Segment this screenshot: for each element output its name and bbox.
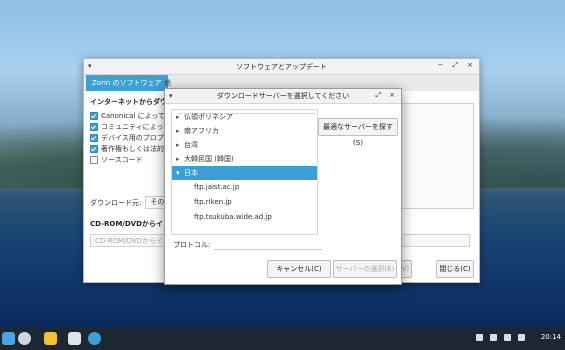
battery-icon[interactable] (518, 334, 525, 341)
checkbox-checked-icon[interactable] (90, 144, 98, 153)
window-titlebar: ▾ ソフトウェアとアップデート − ⤢ × (84, 59, 479, 75)
dialog-close-icon[interactable]: × (389, 91, 395, 100)
files-icon[interactable] (68, 332, 81, 345)
checkbox-checked-icon[interactable] (90, 111, 98, 120)
cancel-button[interactable]: キャンセル(C) (267, 260, 331, 278)
tree-item-south-africa[interactable]: ▸ 南アフリカ (172, 124, 317, 138)
checkbox-checked-icon[interactable] (90, 122, 98, 131)
checkbox-label: ソースコード (101, 155, 143, 164)
download-from-label: ダウンロード元: (90, 198, 142, 207)
tree-item-french-polynesia[interactable]: ▸ 仏領ポリネシア (172, 110, 317, 124)
protocol-field (214, 239, 323, 250)
tree-item-server-jaist[interactable]: ftp.jaist.ac.jp (172, 180, 317, 195)
window-title: ソフトウェアとアップデート (236, 62, 327, 71)
tree-item-server-riken[interactable]: ftp.riken.jp (172, 195, 317, 210)
expand-arrow-icon[interactable]: ▸ (176, 124, 184, 138)
maximize-icon[interactable]: ⤢ (453, 61, 459, 70)
collapse-arrow-icon[interactable]: ▾ (176, 166, 184, 180)
tree-item-label: 日本 (184, 169, 198, 177)
dialog-menu-icon[interactable]: ▾ (169, 92, 173, 100)
checkbox-unchecked-icon[interactable] (90, 155, 98, 164)
info-panel (400, 103, 474, 209)
server-tree[interactable]: ▸ 仏領ポリネシア ▸ 南アフリカ ▸ 台湾 ▸ 大韓民国 (韓国) ▾ 日本 ftp.j… (171, 109, 318, 235)
volume-icon[interactable] (504, 334, 511, 341)
tree-item-korea[interactable]: ▸ 大韓民国 (韓国) (172, 152, 317, 166)
expand-arrow-icon[interactable]: ▸ (176, 138, 184, 152)
tab-zorin-software[interactable]: Zorin のソフトウェア (86, 75, 168, 91)
find-fastest-server-button[interactable]: 最適なサーバーを探す(S) (318, 118, 398, 147)
dialog-maximize-icon[interactable]: ⤢ (376, 91, 382, 100)
display-icon[interactable] (490, 334, 497, 341)
select-server-dialog: ▾ ダウンロードサーバーを選択してください ⤢ × ▸ 仏領ポリネシア ▸ 南アフリ… (164, 88, 402, 285)
protocol-label: プロトコル: (173, 240, 211, 249)
tree-item-label: 台湾 (184, 141, 198, 149)
minimize-icon[interactable]: − (438, 61, 444, 70)
checkbox-checked-icon[interactable] (90, 133, 98, 142)
close-button[interactable]: 閉じる(C) (436, 260, 474, 278)
close-icon[interactable]: × (467, 61, 473, 70)
expand-arrow-icon[interactable]: ▸ (176, 110, 184, 124)
zorin-menu-icon[interactable] (2, 332, 15, 345)
protocol-row: プロトコル: (173, 239, 323, 250)
tree-item-label: 仏領ポリネシア (184, 113, 233, 121)
tree-item-taiwan[interactable]: ▸ 台湾 (172, 138, 317, 152)
checkbox-label: コミュニティによって (101, 122, 171, 131)
window-menu-icon[interactable]: ▾ (88, 62, 92, 70)
expand-arrow-icon[interactable]: ▸ (176, 152, 184, 166)
dialog-titlebar: ▾ ダウンロードサーバーを選択してください ⤢ × (165, 89, 401, 104)
software-store-icon[interactable] (44, 332, 57, 345)
choose-server-button[interactable]: サーバーの選択(E) (333, 260, 397, 278)
clock[interactable]: 20:14 (541, 333, 561, 341)
web-browser-icon[interactable] (18, 332, 31, 345)
system-tray (476, 334, 525, 341)
checkbox-label: 著作権もしくは法的な (101, 144, 171, 153)
checkbox-label: Canonical によってサ (101, 111, 173, 120)
taskbar: 20:14 (0, 328, 565, 350)
software-updates-app-icon[interactable] (88, 332, 101, 345)
tree-item-label: 南アフリカ (184, 127, 219, 135)
checkbox-label: デバイス用のプロプラ (101, 133, 171, 142)
tree-item-japan[interactable]: ▾ 日本 (172, 166, 317, 180)
dialog-title: ダウンロードサーバーを選択してください (216, 92, 350, 100)
tree-item-label: 大韓民国 (韓国) (184, 155, 234, 163)
network-icon[interactable] (476, 334, 483, 341)
tree-item-server-tsukuba[interactable]: ftp.tsukuba.wide.ad.jp (172, 210, 317, 225)
